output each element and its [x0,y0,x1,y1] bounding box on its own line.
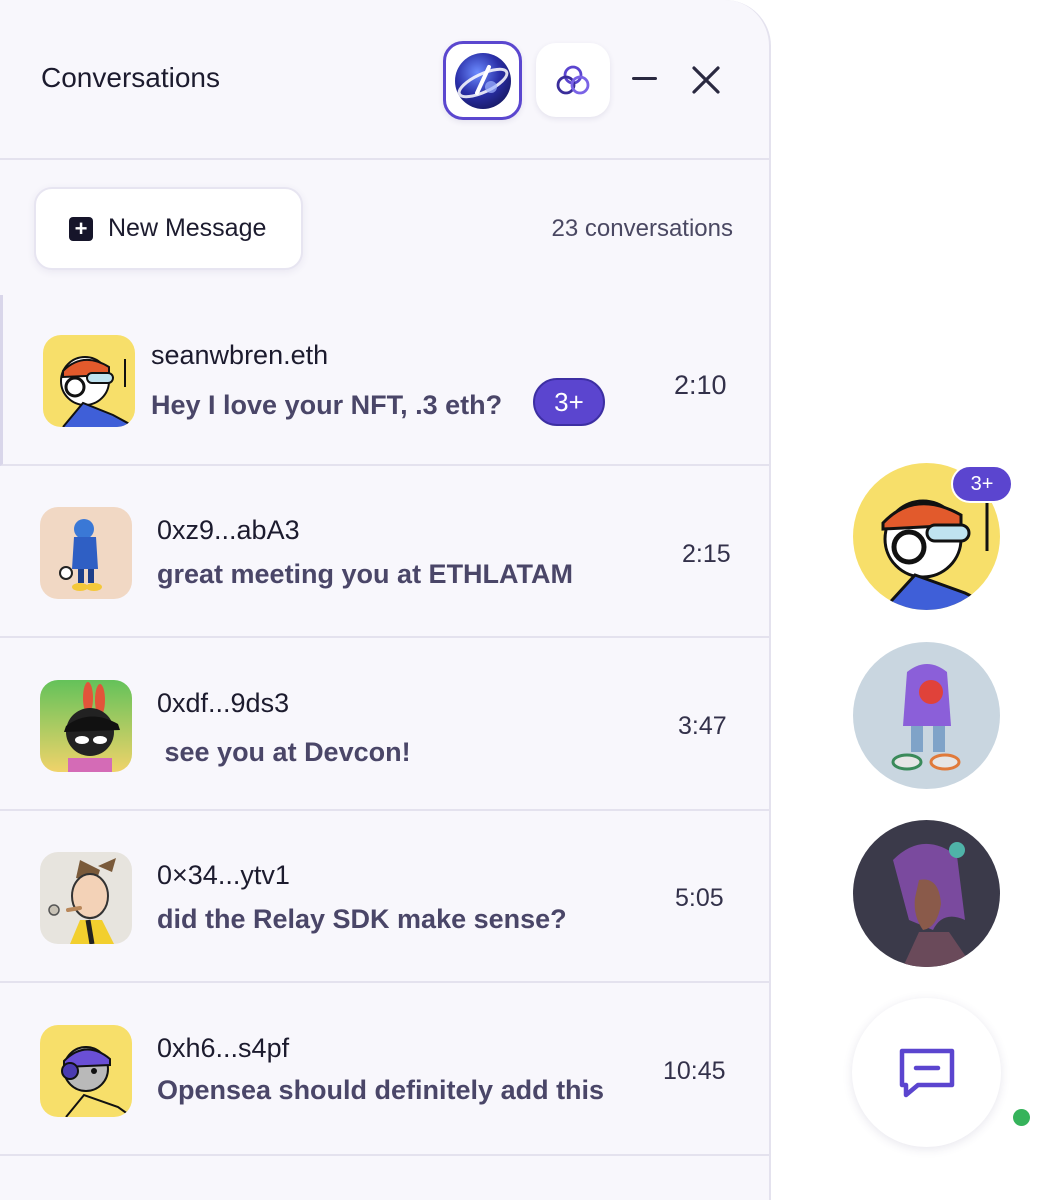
conversation-row[interactable]: 0xh6...s4pf Opensea should definitely ad… [0,985,769,1156]
unread-badge: 3+ [533,378,605,426]
relay-button[interactable] [536,43,610,117]
contact-name: 0xh6...s4pf [157,1033,290,1063]
message-preview: did the Relay SDK make sense? [157,904,567,934]
conversation-row[interactable]: 0xz9...abA3 great meeting you at ETHLATA… [0,467,769,638]
floating-avatar[interactable] [853,820,1000,967]
new-message-label: New Message [108,214,267,242]
online-status-dot [1013,1109,1030,1126]
contact-name: 0xz9...abA3 [157,515,300,545]
unread-badge: 3+ [951,465,1013,503]
message-time: 5:05 [675,884,724,912]
contact-name: seanwbren.eth [151,340,329,370]
contact-name: 0×34...ytv1 [157,860,290,890]
message-time: 3:47 [678,712,727,740]
contact-name: 0xdf...9ds3 [157,688,290,718]
plus-icon: + [69,216,93,241]
message-time: 2:10 [674,370,727,400]
conversation-row[interactable]: 0xdf...9ds3 see you at Devcon! 3:47 [0,640,769,811]
message-preview: see you at Devcon! [157,737,411,767]
conversation-row[interactable]: 0×34...ytv1 did the Relay SDK make sense… [0,812,769,983]
message-preview: Hey I love your NFT, .3 eth? [151,390,503,420]
message-preview: great meeting you at ETHLATAM [157,559,574,589]
avatar [40,1025,132,1117]
floating-avatar[interactable] [853,642,1000,789]
new-message-button[interactable]: + New Message [34,187,303,270]
close-icon[interactable] [690,64,722,96]
panel-header: Conversations [0,0,769,160]
avatar [40,507,132,599]
page-title: Conversations [41,62,220,93]
wallet-orb-icon [454,52,511,109]
message-time: 10:45 [663,1057,726,1085]
relay-logo-icon [556,65,590,95]
wallet-avatar-button[interactable] [443,41,522,120]
conversation-row[interactable]: seanwbren.eth Hey I love your NFT, .3 et… [0,295,769,466]
avatar [40,680,132,772]
message-time: 2:15 [682,540,731,568]
avatar [43,335,135,427]
conversations-panel: Conversations + New Message 23 conversat… [0,0,771,1200]
conversation-count: 23 conversations [551,215,733,242]
open-chat-button[interactable] [852,998,1001,1147]
minimize-icon[interactable] [632,77,657,80]
chat-bubble-icon [899,1048,954,1097]
avatar [40,852,132,944]
message-preview: Opensea should definitely add this [157,1075,605,1105]
